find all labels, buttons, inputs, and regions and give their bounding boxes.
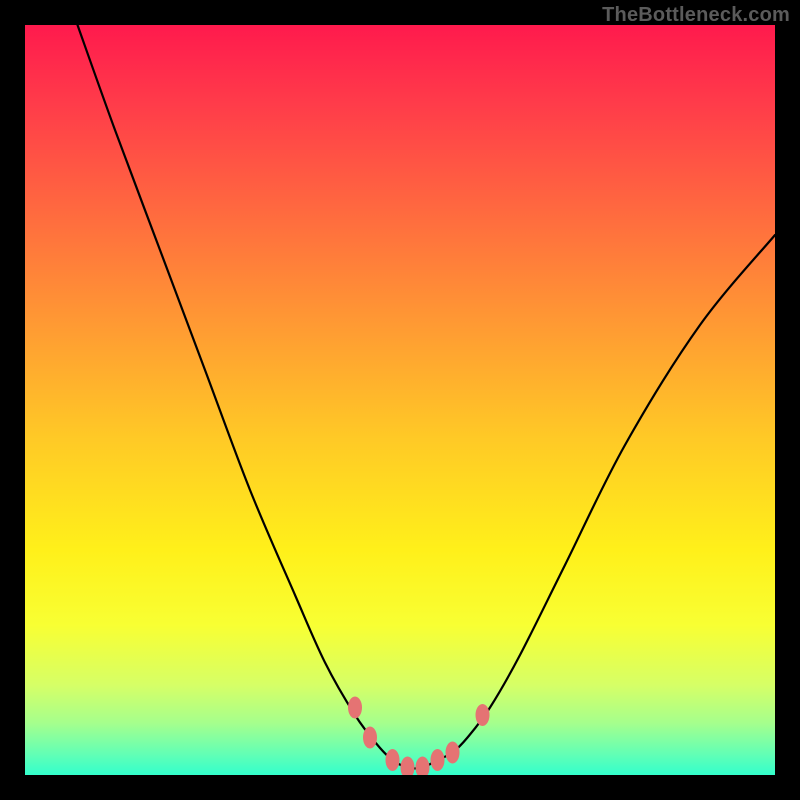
background-gradient xyxy=(25,25,775,775)
chart-frame: TheBottleneck.com xyxy=(0,0,800,800)
plot-area xyxy=(25,25,775,775)
watermark-label: TheBottleneck.com xyxy=(602,4,790,27)
